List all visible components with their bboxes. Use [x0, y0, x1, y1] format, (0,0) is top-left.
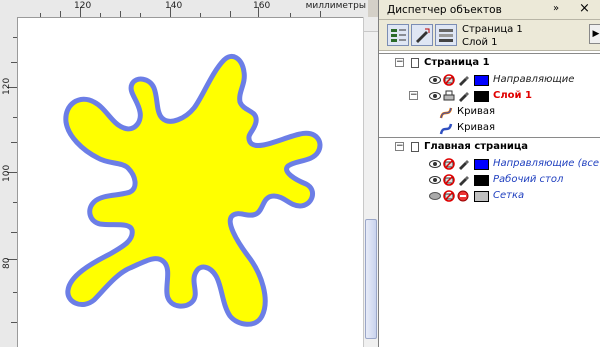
tree-separator: [379, 137, 600, 138]
drawing-canvas[interactable]: [18, 18, 363, 347]
printer-icon[interactable]: [443, 90, 455, 102]
ruler-tick: [40, 13, 41, 17]
ruler-tick: [200, 13, 201, 17]
menu-arrow-icon: ▶: [592, 29, 600, 39]
current-page-label: Страница 1: [462, 24, 523, 35]
collapse-toggle[interactable]: −: [395, 58, 404, 67]
printer-disabled-icon[interactable]: [443, 74, 455, 86]
splat-outline[interactable]: [63, 54, 323, 327]
ruler-tick: [290, 13, 291, 17]
ruler-tick: [11, 232, 17, 233]
ruler-label: 100: [2, 164, 12, 182]
ruler-tick: [11, 142, 17, 143]
object-name: Кривая: [457, 106, 495, 117]
layer-color-swatch[interactable]: [474, 159, 489, 170]
show-properties-button[interactable]: [387, 24, 409, 46]
object-manager-docker: Диспетчер объектов » × Страница 1 Слой 1…: [378, 0, 600, 347]
ruler-label: 120: [74, 1, 92, 11]
pencil-icon[interactable]: [457, 90, 469, 102]
lock-disabled-icon[interactable]: [457, 190, 469, 202]
ruler-label: 80: [2, 257, 12, 269]
scroll-up-button[interactable]: [364, 17, 378, 32]
ruler-tick: [11, 62, 17, 63]
horizontal-ruler[interactable]: 120 140 160 миллиметры: [0, 0, 368, 18]
page-name: Страница 1: [424, 57, 490, 68]
eye-icon[interactable]: [429, 174, 441, 186]
object-name: Кривая: [457, 122, 495, 133]
page-icon: [411, 58, 419, 68]
layer-view-icon: [439, 29, 453, 42]
printer-disabled-icon[interactable]: [443, 190, 455, 202]
pencil-icon[interactable]: [457, 174, 469, 186]
layer-color-swatch[interactable]: [474, 75, 489, 86]
layer-name: Рабочий стол: [493, 174, 564, 185]
tree-row-grid[interactable]: Сетка: [379, 188, 600, 204]
tree-row-curve[interactable]: Кривая: [379, 120, 600, 136]
docker-title: Диспетчер объектов: [387, 4, 502, 16]
splat-shape[interactable]: [18, 18, 363, 347]
layer-manager-view-button[interactable]: [435, 24, 457, 46]
pencil-icon[interactable]: [457, 158, 469, 170]
pencil-icon[interactable]: [457, 74, 469, 86]
docker-toolbar: Страница 1 Слой 1 ▶: [379, 20, 600, 51]
tree-separator: [379, 53, 600, 54]
ruler-tick: [140, 13, 141, 17]
collapse-toggle[interactable]: −: [409, 91, 418, 100]
ruler-label: 140: [165, 1, 183, 11]
page-icon: [411, 142, 419, 152]
ruler-tick: [11, 322, 17, 323]
tree-row-master-page[interactable]: − Главная страница: [379, 139, 600, 155]
tree-row-guides[interactable]: Направляющие: [379, 72, 600, 88]
layer-name: Направляющие: [493, 74, 575, 85]
printer-disabled-icon[interactable]: [443, 174, 455, 186]
scrollbar-thumb[interactable]: [365, 219, 377, 339]
layer-color-swatch[interactable]: [474, 175, 489, 186]
tree-row-guides-all[interactable]: Направляющие (все ст: [379, 156, 600, 172]
ruler-tick: [60, 11, 61, 17]
collapse-toggle[interactable]: −: [395, 142, 404, 151]
ruler-tick: [13, 37, 17, 38]
eye-icon[interactable]: [429, 90, 441, 102]
ruler-tick: [13, 292, 17, 293]
edit-across-layers-button[interactable]: [411, 24, 433, 46]
tree-row-desktop[interactable]: Рабочий стол: [379, 172, 600, 188]
curve-icon: [439, 107, 453, 119]
layer-color-swatch[interactable]: [474, 191, 489, 202]
edit-layers-icon: [416, 28, 430, 43]
ruler-tick: [13, 202, 17, 203]
vertical-scrollbar[interactable]: [363, 17, 378, 347]
eye-icon[interactable]: [429, 74, 441, 86]
current-layer-label: Слой 1: [462, 37, 498, 48]
tree-row-layer1[interactable]: − Слой 1: [379, 88, 600, 104]
layer-name: Направляющие (все ст: [493, 158, 600, 169]
ruler-units-label: миллиметры: [305, 1, 366, 11]
tree-row-curve[interactable]: Кривая: [379, 104, 600, 120]
active-layer-name: Слой 1: [493, 90, 532, 101]
eye-icon[interactable]: [429, 158, 441, 170]
printer-disabled-icon[interactable]: [443, 158, 455, 170]
docker-collapse-icon[interactable]: »: [553, 3, 559, 14]
docker-menu-button[interactable]: ▶: [589, 24, 600, 44]
vertical-ruler[interactable]: 120 100 80: [0, 17, 18, 347]
ruler-label: 120: [2, 77, 12, 95]
ruler-tick: [230, 11, 231, 17]
layer-name: Сетка: [493, 190, 525, 201]
tree-row-page1[interactable]: − Страница 1: [379, 55, 600, 71]
properties-icon: [391, 29, 406, 42]
layer-color-swatch[interactable]: [474, 91, 489, 102]
ruler-tick: [120, 11, 121, 17]
ruler-tick: [100, 13, 101, 17]
docker-title-bar: Диспетчер объектов » ×: [379, 0, 600, 20]
curve-icon: [439, 123, 453, 135]
page-name: Главная страница: [424, 141, 529, 152]
close-icon[interactable]: ×: [579, 1, 590, 16]
ruler-label: 160: [253, 1, 271, 11]
ruler-tick: [13, 117, 17, 118]
eye-hidden-icon[interactable]: [429, 190, 441, 202]
ruler-tick: [320, 11, 321, 17]
